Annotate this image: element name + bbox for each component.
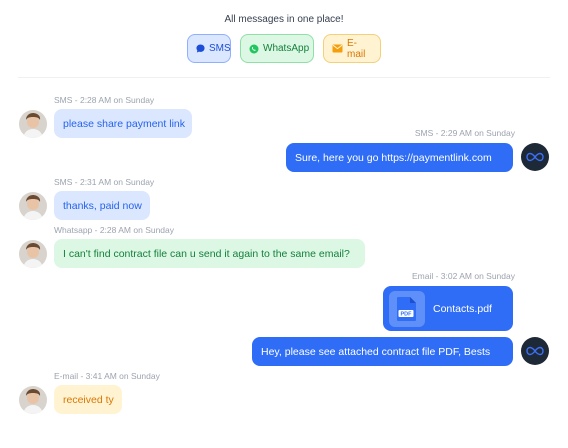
infinity-logo-icon <box>526 346 544 356</box>
message-bubble: Hey, please see attached contract file P… <box>252 337 513 366</box>
whatsapp-icon <box>249 44 259 53</box>
message-meta: Email - 3:02 AM on Sunday <box>411 271 515 281</box>
chat-bubble-icon <box>196 44 205 53</box>
email-channel-button[interactable]: E-mail <box>323 34 381 63</box>
sms-channel-button[interactable]: SMS <box>187 34 231 63</box>
header-title: All messages in one place! <box>224 14 344 25</box>
customer-avatar[interactable] <box>19 386 47 414</box>
channel-header: All messages in one place! SMS WhatsApp … <box>0 0 568 78</box>
message-meta: Whatsapp - 2:28 AM on Sunday <box>54 225 175 235</box>
message-bubble: received ty <box>54 385 122 414</box>
message-bubble: I can't find contract file can u send it… <box>54 239 365 268</box>
whatsapp-channel-button[interactable]: WhatsApp <box>240 34 314 63</box>
agent-avatar[interactable] <box>521 337 549 365</box>
agent-avatar[interactable] <box>521 143 549 171</box>
header-divider <box>18 77 550 78</box>
message-bubble: Sure, here you go https://paymentlink.co… <box>286 143 513 172</box>
message-meta: E-mail - 3:41 AM on Sunday <box>54 371 160 381</box>
sms-channel-label: SMS <box>209 43 231 54</box>
customer-avatar[interactable] <box>19 240 47 268</box>
channel-filter-row: SMS WhatsApp E-mail <box>0 34 568 63</box>
file-attachment[interactable]: PDF Contacts.pdf <box>383 286 513 331</box>
whatsapp-channel-label: WhatsApp <box>263 43 310 54</box>
email-channel-label: E-mail <box>347 37 366 60</box>
message-meta: SMS - 2:31 AM on Sunday <box>54 177 155 187</box>
envelope-icon <box>332 44 343 53</box>
customer-avatar[interactable] <box>19 192 47 220</box>
file-name: Contacts.pdf <box>433 302 492 315</box>
message-meta: SMS - 2:29 AM on Sunday <box>414 128 515 138</box>
message-meta: SMS - 2:28 AM on Sunday <box>54 95 155 105</box>
pdf-file-icon: PDF <box>389 290 425 327</box>
infinity-logo-icon <box>526 152 544 162</box>
customer-avatar[interactable] <box>19 110 47 138</box>
pdf-icon-label: PDF <box>401 311 413 317</box>
message-bubble: please share payment link <box>54 109 192 138</box>
message-bubble: thanks, paid now <box>54 191 150 220</box>
